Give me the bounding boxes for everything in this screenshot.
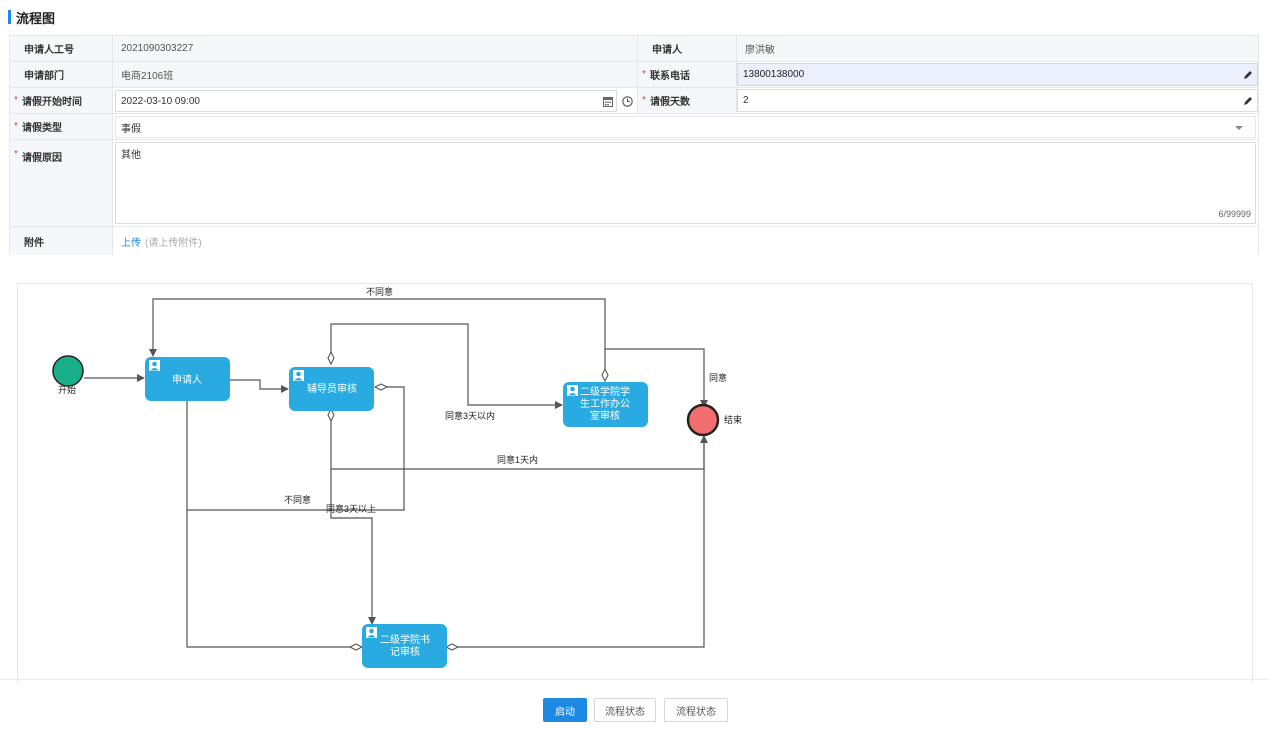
leave-form: 申请人工号 2021090303227 申请人 廖洪敏 申请部门 电商2106班… xyxy=(9,35,1259,255)
edge-label-agree-1-within: 同意1天内 xyxy=(497,454,538,465)
phone-cell: 13800138000 xyxy=(737,62,1258,88)
type-label: * 请假类型 xyxy=(10,114,113,140)
edge-label-agree-3-above: 同意3天以上 xyxy=(326,503,376,514)
edge-label-disagree-top: 不同意 xyxy=(366,286,393,297)
reason-cell: 其他 6/99999 xyxy=(113,140,1258,227)
node-counselor-label: 辅导员审核 xyxy=(307,382,357,395)
start-time-label: * 请假开始时间 xyxy=(10,88,113,114)
section-accent-bar xyxy=(8,10,11,24)
flow-status-button-1[interactable]: 流程状态 xyxy=(594,698,656,722)
user-icon xyxy=(366,627,377,638)
applicant-id-label: 申请人工号 xyxy=(10,36,113,62)
start-event xyxy=(52,355,84,387)
reason-char-counter: 6/99999 xyxy=(1218,209,1251,219)
upload-link[interactable]: 上传 xyxy=(121,234,141,249)
attachment-cell: 上传 (请上传附件) xyxy=(113,227,1258,255)
flow-status-button-2[interactable]: 流程状态 xyxy=(664,698,728,722)
edge-counselor-agree-3-above xyxy=(330,469,376,625)
applicant-value: 廖洪敏 xyxy=(737,36,1258,62)
diamond-office-top xyxy=(601,367,609,383)
node-office-label-1: 二级学院学 xyxy=(580,385,630,398)
edge-secretary-disagree xyxy=(186,510,362,648)
user-icon xyxy=(567,385,578,396)
diamond-counselor-top xyxy=(327,350,335,366)
node-secretary-label-2: 记审核 xyxy=(390,645,420,658)
start-time-input[interactable]: 2022-03-10 09:00 xyxy=(115,90,617,112)
user-icon xyxy=(149,360,160,371)
reason-textarea[interactable]: 其他 6/99999 xyxy=(115,142,1256,224)
clock-icon[interactable] xyxy=(622,96,633,107)
section-header: 流程图 xyxy=(0,0,1269,28)
upload-hint: (请上传附件) xyxy=(145,237,202,249)
reason-label: * 请假原因 xyxy=(10,140,113,227)
start-button[interactable]: 启动 xyxy=(543,698,587,722)
flow-diagram: 申请人 辅导员审核 二级学院学 生工作办公 室审核 二级学院书 记审核 开始 结… xyxy=(17,283,1253,683)
start-label: 开始 xyxy=(58,384,76,395)
node-applicant-label: 申请人 xyxy=(172,373,202,386)
type-cell: 事假 xyxy=(113,114,1258,140)
dept-value: 电商2106班 xyxy=(113,62,637,88)
days-label: * 请假天数 xyxy=(637,88,737,114)
node-office-label-3: 室审核 xyxy=(590,409,620,422)
attachment-label: 附件 xyxy=(10,227,113,255)
diamond-secretary-right xyxy=(444,643,460,651)
node-office-label-2: 生工作办公 xyxy=(580,397,630,410)
applicant-id-value: 2021090303227 xyxy=(113,36,637,62)
node-secretary xyxy=(362,624,447,668)
type-select[interactable]: 事假 xyxy=(115,116,1256,138)
end-label: 结束 xyxy=(724,414,742,425)
calendar-icon[interactable] xyxy=(603,97,613,107)
dept-label: 申请部门 xyxy=(10,62,113,88)
pencil-icon[interactable] xyxy=(1243,70,1253,80)
user-icon xyxy=(293,370,304,381)
end-event xyxy=(686,403,720,437)
diamond-secretary-left xyxy=(348,643,364,651)
edge-applicant-counselor xyxy=(230,379,289,393)
section-title: 流程图 xyxy=(16,11,56,26)
pencil-icon[interactable] xyxy=(1243,96,1253,106)
days-input[interactable]: 2 xyxy=(737,89,1258,112)
footer-divider xyxy=(0,679,1269,680)
edge-label-agree: 同意 xyxy=(709,372,727,383)
edge-label-agree-3-within: 同意3天以内 xyxy=(445,410,495,421)
edge-label-disagree-mid: 不同意 xyxy=(284,494,311,505)
phone-label: * 联系电话 xyxy=(637,62,737,88)
applicant-label: 申请人 xyxy=(637,36,737,62)
node-secretary-label-1: 二级学院书 xyxy=(380,633,430,646)
chevron-down-icon[interactable] xyxy=(1235,126,1243,130)
phone-input[interactable]: 13800138000 xyxy=(737,63,1258,86)
start-time-cell: 2022-03-10 09:00 xyxy=(113,88,637,114)
flow-canvas: 申请人 辅导员审核 二级学院学 生工作办公 室审核 二级学院书 记审核 开始 结… xyxy=(52,286,742,668)
days-cell: 2 xyxy=(737,88,1258,114)
diamond-counselor-right xyxy=(373,383,389,391)
edge-secretary-end xyxy=(446,435,708,648)
